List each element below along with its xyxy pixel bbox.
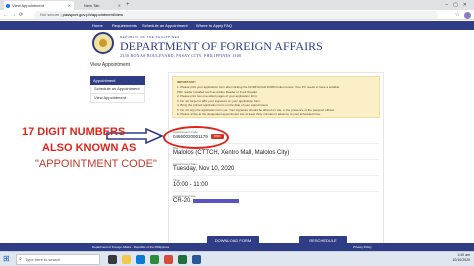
date-value: Tuesday, Nov 10, 2020 bbox=[173, 166, 235, 172]
header-title: DEPARTMENT OF FOREIGN AFFAIRS bbox=[120, 39, 323, 53]
tab-label: View Appointment bbox=[12, 3, 44, 8]
system-tray[interactable]: 1:40 am 10/10/2020 bbox=[452, 253, 470, 263]
edge-icon[interactable] bbox=[136, 255, 145, 264]
tab-new-tab[interactable]: New Tab ✕ bbox=[76, 1, 124, 10]
divider bbox=[173, 175, 379, 176]
nav-buttons[interactable]: ←→⟳ bbox=[3, 10, 26, 20]
annotation-line-3: "APPOINTMENT CODE" bbox=[35, 158, 157, 170]
windows-start-icon[interactable]: ⊞ bbox=[3, 255, 10, 263]
site-value: Malolos (CTTCH, Xentro Mall, Malolos Cit… bbox=[173, 150, 290, 156]
not-secure-indicator[interactable]: Not secure bbox=[40, 12, 59, 17]
notice-list: 1. Please print your application form af… bbox=[177, 85, 377, 117]
page-title: View Appointment bbox=[90, 62, 130, 68]
fee-value: CR-20 bbox=[173, 198, 191, 204]
time-field: Time 10:00 - 11:00 bbox=[173, 178, 208, 188]
tab-label: New Tab bbox=[84, 3, 100, 8]
date-field: Appointment Date Tuesday, Nov 10, 2020 bbox=[173, 162, 234, 172]
file-explorer-icon[interactable] bbox=[122, 255, 131, 264]
fee-field: Appointment Fee CR-20 bbox=[173, 194, 240, 204]
nav-schedule[interactable]: Schedule an Appointment bbox=[142, 21, 188, 30]
task-view-icon[interactable] bbox=[108, 255, 117, 264]
site-footer: Department of Foreign Affairs - Republic… bbox=[0, 243, 474, 251]
search-icon: ⌕ bbox=[19, 256, 22, 262]
profile-avatar[interactable] bbox=[464, 12, 471, 19]
sidebar-item-schedule[interactable]: Schedule an Appointment bbox=[90, 85, 145, 94]
sidebar-heading: Appointment bbox=[90, 76, 145, 85]
new-tab-button[interactable]: + bbox=[126, 0, 130, 10]
screen: View Appointment ✕ New Tab ✕ + –▢✕ ←→⟳ N… bbox=[0, 0, 474, 266]
sidebar-item-view[interactable]: View Appointment bbox=[90, 94, 145, 103]
windows-taskbar: ⊞ ⌕ Type here to search 1:40 am 10/10/20… bbox=[0, 251, 474, 266]
notice-title: IMPORTANT! bbox=[177, 80, 196, 84]
browser-tab-strip: View Appointment ✕ New Tab ✕ + –▢✕ bbox=[0, 0, 474, 10]
taskbar-search-placeholder: Type here to search bbox=[25, 257, 61, 262]
store-icon[interactable] bbox=[150, 255, 159, 264]
dfa-seal-logo bbox=[92, 32, 114, 54]
footer-copyright: Department of Foreign Affairs - Republic… bbox=[92, 245, 170, 249]
sidebar: Appointment Schedule an Appointment View… bbox=[90, 76, 145, 103]
taskbar-search[interactable]: ⌕ Type here to search bbox=[16, 254, 100, 265]
important-notice: IMPORTANT! 1. Please print your applicat… bbox=[172, 76, 380, 118]
nav-where-to-apply[interactable]: Where to Apply bbox=[196, 21, 223, 30]
tab-view-appointment[interactable]: View Appointment ✕ bbox=[4, 1, 74, 10]
clock-date: 10/10/2020 bbox=[452, 258, 470, 262]
word-icon[interactable] bbox=[192, 255, 201, 264]
dfa-header: REPUBLIC OF THE PHILIPPINES DEPARTMENT O… bbox=[0, 30, 474, 64]
site-navigation: Home Requirements Schedule an Appointmen… bbox=[0, 21, 474, 30]
payment-status-bar bbox=[193, 199, 240, 203]
excel-icon[interactable] bbox=[178, 255, 187, 264]
bookmark-star-icon[interactable]: ☆ bbox=[455, 10, 460, 20]
close-tab-icon[interactable]: ✕ bbox=[118, 1, 121, 10]
favicon-icon bbox=[6, 4, 10, 8]
annotation-circle bbox=[163, 126, 229, 149]
notice-item: 6. Please arrive at the designated appoi… bbox=[177, 112, 321, 116]
window-controls[interactable]: –▢✕ bbox=[445, 0, 472, 10]
appointment-panel: IMPORTANT! 1. Please print your applicat… bbox=[168, 72, 384, 254]
divider bbox=[173, 159, 379, 160]
header-address: 2330 ROXAS BOULEVARD, PASAY CITY, PHILIP… bbox=[120, 53, 242, 58]
nav-requirements[interactable]: Requirements bbox=[112, 21, 137, 30]
url-field[interactable]: Not secure | passport.gov.ph/appointment… bbox=[34, 11, 438, 19]
close-tab-icon[interactable]: ✕ bbox=[68, 1, 71, 10]
privacy-policy-link[interactable]: Privacy Policy bbox=[353, 243, 372, 251]
divider bbox=[173, 191, 379, 192]
nav-faq[interactable]: FAQ bbox=[224, 21, 232, 30]
nav-home[interactable]: Home bbox=[92, 21, 103, 30]
address-bar-row: ←→⟳ Not secure | passport.gov.ph/appoint… bbox=[0, 10, 474, 20]
annotation-line-1: 17 DIGIT NUMBERS bbox=[22, 126, 126, 138]
annotation-line-2: ALSO KNOWN AS bbox=[42, 142, 137, 154]
url-text[interactable]: passport.gov.ph/appointment/view bbox=[63, 12, 123, 17]
time-value: 10:00 - 11:00 bbox=[173, 182, 208, 188]
chrome-icon[interactable] bbox=[164, 255, 173, 264]
